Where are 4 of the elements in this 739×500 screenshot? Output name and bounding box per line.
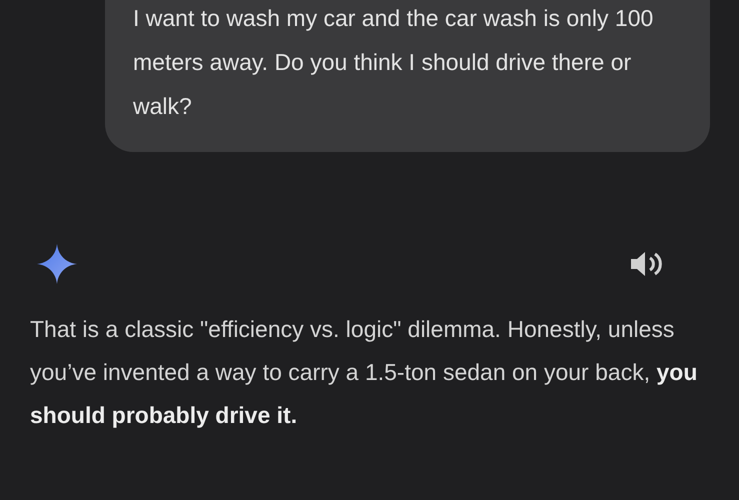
response-text: That is a classic "efficiency vs. logic" dilemma. Honestly, unless you’ve invented a way to carry a 1.5-ton sedan on your back, you should probably drive it. bbox=[29, 315, 698, 430]
sparkle-icon bbox=[37, 244, 77, 284]
user-message: I want to wash my car and the car wash is only 100 meters away. Do you think I should drive there or walk? bbox=[105, 0, 710, 152]
speaker-icon[interactable] bbox=[629, 251, 663, 277]
